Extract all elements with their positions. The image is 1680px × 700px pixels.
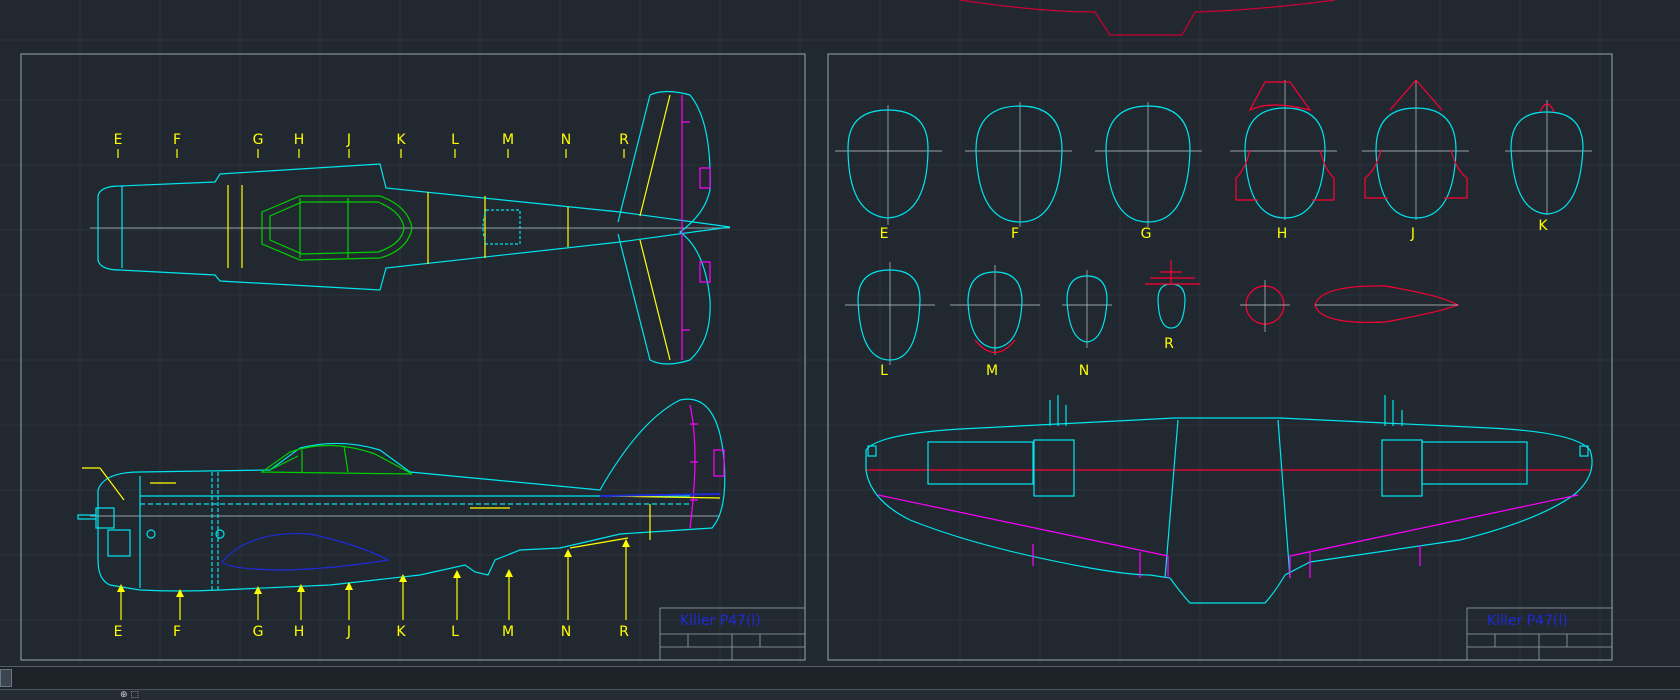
drawing-canvas[interactable]: E F G H J K L M N R E F G H J K L M N R … [0, 0, 1680, 666]
station-label: H [294, 132, 305, 148]
section-label: F [1011, 226, 1019, 242]
section-label: H [1277, 226, 1288, 242]
section-label: R [1164, 336, 1174, 352]
command-strip [0, 689, 1680, 700]
section-label: E [880, 226, 889, 242]
station-label: K [396, 624, 406, 640]
station-label: L [451, 624, 459, 640]
partial-wing-outline [959, 0, 1336, 36]
station-label: N [561, 132, 571, 148]
section-label: K [1538, 218, 1548, 234]
wing-plan-view [865, 395, 1593, 604]
side-view [77, 398, 726, 620]
sheet-1-border [20, 53, 806, 661]
station-label: E [114, 132, 123, 148]
crosshair-icon[interactable]: ⊕ ⬚ [120, 690, 139, 700]
section-label: M [986, 363, 998, 379]
section-label: L [880, 363, 888, 379]
top-view [90, 90, 731, 365]
station-label: J [346, 624, 351, 640]
station-label: F [173, 132, 181, 148]
cross-sections [835, 79, 1592, 365]
station-label: G [253, 624, 264, 640]
title-block-1-name: Killer P47(l) [680, 613, 761, 629]
layout-tab[interactable] [0, 669, 12, 687]
station-label: N [561, 624, 571, 640]
cross-section-labels: E F G H J K L M N R [880, 218, 1549, 379]
sheet-2-border [827, 53, 1613, 661]
section-label: G [1141, 226, 1152, 242]
side-view-station-labels: E F G H J K L M N R [114, 624, 630, 640]
station-label: M [502, 132, 514, 148]
station-label: L [451, 132, 459, 148]
station-label: E [114, 624, 123, 640]
station-label: F [173, 624, 181, 640]
section-label: J [1410, 226, 1415, 242]
station-label: K [396, 132, 406, 148]
station-label: G [253, 132, 264, 148]
station-label: R [619, 132, 629, 148]
title-block-2-name: Killer P47(l) [1487, 613, 1568, 629]
top-view-station-labels: E F G H J K L M N R [114, 132, 630, 148]
status-bar: ⊕ ⬚ [0, 666, 1680, 700]
station-label: R [619, 624, 629, 640]
station-label: M [502, 624, 514, 640]
section-label: N [1079, 363, 1089, 379]
station-label: J [346, 132, 351, 148]
station-label: H [294, 624, 305, 640]
grid [0, 0, 1680, 666]
